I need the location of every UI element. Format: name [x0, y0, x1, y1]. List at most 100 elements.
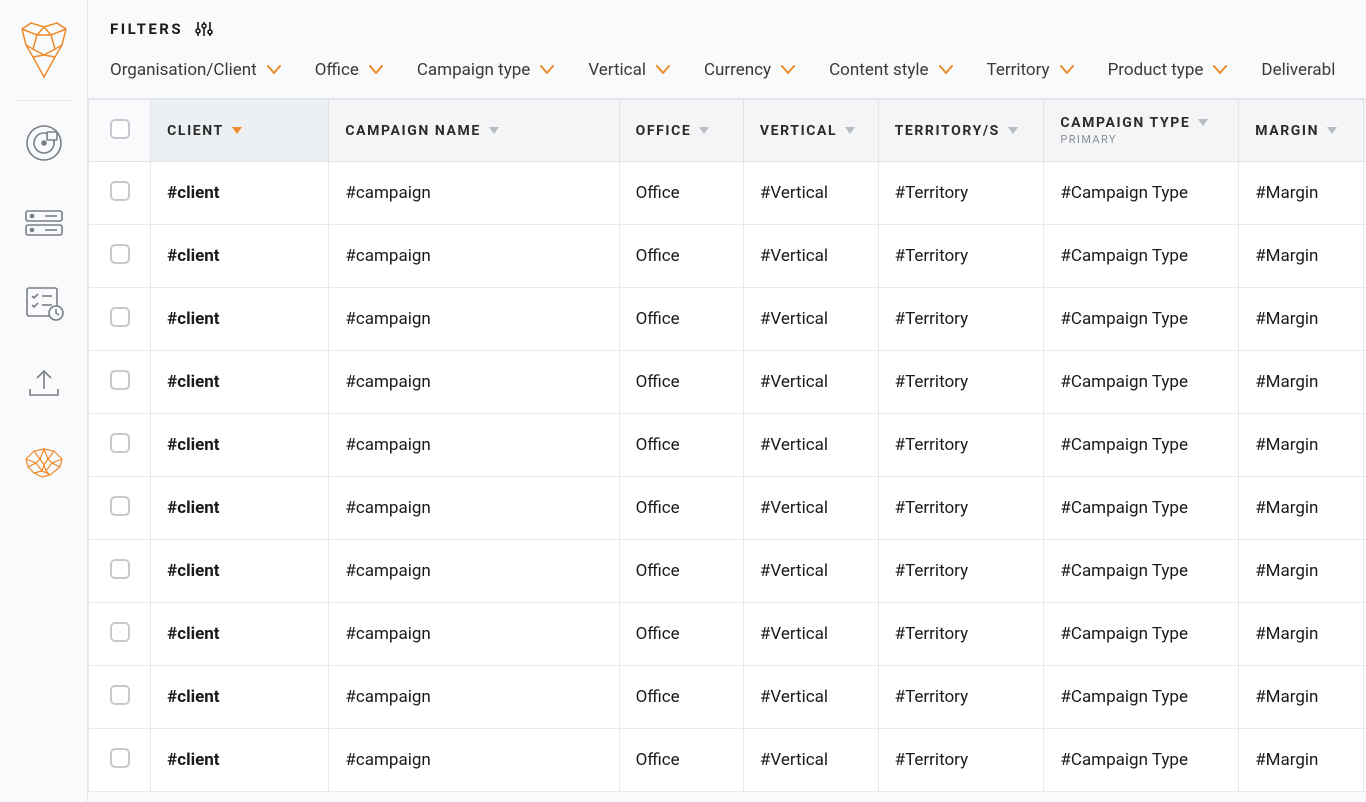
- table-row[interactable]: #client#campaignOffice#Vertical#Territor…: [89, 477, 1366, 540]
- cell-office: Office: [619, 729, 743, 792]
- cell-campaign: #campaign: [329, 666, 619, 729]
- sliders-icon: [195, 20, 213, 38]
- filter-chip[interactable]: Deliverabl: [1261, 60, 1344, 80]
- cell-vertical: #Vertical: [743, 477, 878, 540]
- table-body: #client#campaignOffice#Vertical#Territor…: [89, 162, 1366, 792]
- table-row[interactable]: #client#campaignOffice#Vertical#Territor…: [89, 729, 1366, 792]
- cell-ctype: #Campaign Type: [1044, 225, 1239, 288]
- row-select-cell[interactable]: [89, 225, 151, 288]
- row-select-cell[interactable]: [89, 162, 151, 225]
- sort-caret-icon: [232, 127, 242, 135]
- table-row[interactable]: #client#campaignOffice#Vertical#Territor…: [89, 414, 1366, 477]
- row-select-cell[interactable]: [89, 729, 151, 792]
- row-checkbox[interactable]: [110, 307, 130, 327]
- sidebar-divider: [16, 100, 72, 101]
- cell-office: Office: [619, 225, 743, 288]
- cell-vertical: #Vertical: [743, 162, 878, 225]
- cell-ctype: #Campaign Type: [1044, 351, 1239, 414]
- table-row[interactable]: #client#campaignOffice#Vertical#Territor…: [89, 225, 1366, 288]
- filters-bar: FILTERS Organisation/Client Office Campaig…: [88, 0, 1366, 98]
- chevron-down-icon: [939, 65, 953, 75]
- select-all-checkbox[interactable]: [110, 119, 130, 139]
- cell-office: Office: [619, 162, 743, 225]
- sort-caret-icon: [1008, 127, 1018, 135]
- cell-ctype: #Campaign Type: [1044, 288, 1239, 351]
- col-header-campaign[interactable]: CAMPAIGN NAME: [329, 100, 619, 162]
- col-header-client[interactable]: CLIENT: [151, 100, 329, 162]
- cell-margin: #Margin: [1239, 477, 1363, 540]
- table-row[interactable]: #client#campaignOffice#Vertical#Territor…: [89, 603, 1366, 666]
- row-select-cell[interactable]: [89, 666, 151, 729]
- cell-territory: #Territory: [878, 288, 1044, 351]
- sort-caret-icon: [1327, 127, 1337, 135]
- nav-upload[interactable]: [20, 359, 68, 407]
- table-row[interactable]: #client#campaignOffice#Vertical#Territor…: [89, 351, 1366, 414]
- filter-chip[interactable]: Organisation/Client: [110, 60, 281, 80]
- filter-chip[interactable]: Office: [315, 60, 383, 80]
- brain-icon: [20, 445, 68, 481]
- cell-ctype: #Campaign Type: [1044, 729, 1239, 792]
- cell-vertical: #Vertical: [743, 729, 878, 792]
- nav-brain[interactable]: [20, 439, 68, 487]
- filter-chip[interactable]: Product type: [1108, 60, 1228, 80]
- row-select-cell[interactable]: [89, 414, 151, 477]
- col-header-territory[interactable]: TERRITORY/S: [878, 100, 1044, 162]
- row-select-cell[interactable]: [89, 351, 151, 414]
- cell-territory: #Territory: [878, 225, 1044, 288]
- row-checkbox[interactable]: [110, 181, 130, 201]
- row-select-cell[interactable]: [89, 540, 151, 603]
- row-checkbox[interactable]: [110, 433, 130, 453]
- nav-tasks[interactable]: [20, 279, 68, 327]
- col-header-campaign-type[interactable]: CAMPAIGN TYPE PRIMARY: [1044, 100, 1239, 162]
- row-checkbox[interactable]: [110, 748, 130, 768]
- row-checkbox[interactable]: [110, 622, 130, 642]
- cell-ctype: #Campaign Type: [1044, 666, 1239, 729]
- cell-margin: #Margin: [1239, 414, 1363, 477]
- cell-client: #client: [151, 162, 329, 225]
- row-checkbox[interactable]: [110, 244, 130, 264]
- cell-territory: #Territory: [878, 351, 1044, 414]
- row-checkbox[interactable]: [110, 559, 130, 579]
- table-row[interactable]: #client#campaignOffice#Vertical#Territor…: [89, 162, 1366, 225]
- row-checkbox[interactable]: [110, 685, 130, 705]
- chevron-down-icon: [1060, 65, 1074, 75]
- row-select-cell[interactable]: [89, 603, 151, 666]
- row-checkbox[interactable]: [110, 496, 130, 516]
- filter-chips: Organisation/Client Office Campaign type Ve…: [110, 60, 1344, 98]
- row-checkbox[interactable]: [110, 370, 130, 390]
- table-row[interactable]: #client#campaignOffice#Vertical#Territor…: [89, 288, 1366, 351]
- table-row[interactable]: #client#campaignOffice#Vertical#Territor…: [89, 540, 1366, 603]
- nav-data[interactable]: [20, 199, 68, 247]
- sidebar-nav: [20, 119, 68, 487]
- filter-chip[interactable]: Currency: [704, 60, 795, 80]
- checklist-clock-icon: [24, 285, 64, 321]
- filter-chip-label: Content style: [829, 60, 928, 80]
- filter-chip[interactable]: Campaign type: [417, 60, 554, 80]
- filter-chip[interactable]: Content style: [829, 60, 952, 80]
- col-header-client-label: CLIENT: [167, 123, 224, 139]
- chevron-down-icon: [369, 65, 383, 75]
- filter-chip-label: Campaign type: [417, 60, 530, 80]
- table-row[interactable]: #client#campaignOffice#Vertical#Territor…: [89, 666, 1366, 729]
- cell-vertical: #Vertical: [743, 666, 878, 729]
- cell-ctype: #Campaign Type: [1044, 603, 1239, 666]
- col-header-vertical[interactable]: VERTICAL: [743, 100, 878, 162]
- col-header-margin[interactable]: MARGIN: [1239, 100, 1363, 162]
- row-select-cell[interactable]: [89, 477, 151, 540]
- sort-caret-icon: [699, 127, 709, 135]
- gauge-icon: [23, 122, 65, 164]
- cell-client: #client: [151, 351, 329, 414]
- row-select-cell[interactable]: [89, 288, 151, 351]
- filter-chip[interactable]: Vertical: [588, 60, 670, 80]
- cell-client: #client: [151, 666, 329, 729]
- filter-chip[interactable]: Territory: [987, 60, 1074, 80]
- sidebar: [0, 0, 88, 802]
- main-content: FILTERS Organisation/Client Office Campaig…: [88, 0, 1366, 802]
- filters-header[interactable]: FILTERS: [110, 20, 1344, 38]
- cell-territory: #Territory: [878, 666, 1044, 729]
- nav-dashboard[interactable]: [20, 119, 68, 167]
- col-header-select-all[interactable]: [89, 100, 151, 162]
- cell-margin: #Margin: [1239, 225, 1363, 288]
- cell-client: #client: [151, 225, 329, 288]
- col-header-office[interactable]: OFFICE: [619, 100, 743, 162]
